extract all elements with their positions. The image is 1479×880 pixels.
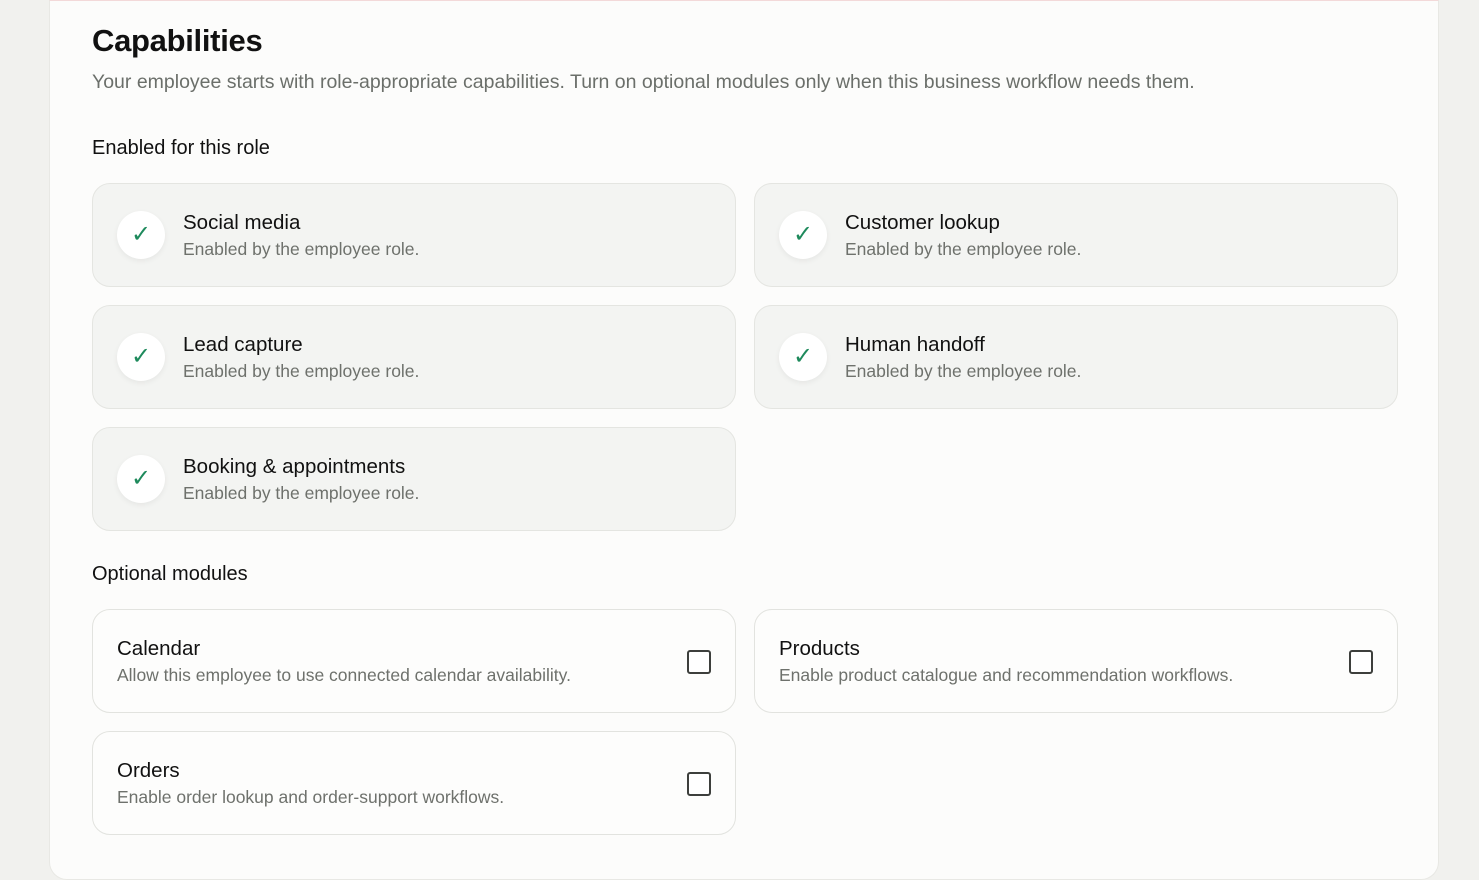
capability-card-social-media: ✓ Social media Enabled by the employee r…	[92, 183, 736, 287]
capability-title: Booking & appointments	[183, 455, 406, 478]
module-title: Orders	[117, 759, 180, 782]
capability-description: Enabled by the employee role.	[183, 239, 420, 259]
capability-title: Lead capture	[183, 333, 303, 356]
check-icon: ✓	[117, 455, 165, 503]
orders-checkbox[interactable]	[687, 772, 711, 796]
module-description: Enable product catalogue and recommendat…	[779, 665, 1234, 685]
module-card-products[interactable]: Products Enable product catalogue and re…	[754, 609, 1398, 713]
capability-card-customer-lookup: ✓ Customer lookup Enabled by the employe…	[754, 183, 1398, 287]
check-icon: ✓	[779, 211, 827, 259]
capability-title: Social media	[183, 211, 301, 234]
products-checkbox[interactable]	[1349, 650, 1373, 674]
module-description: Enable order lookup and order-support wo…	[117, 787, 505, 807]
page-subtitle: Your employee starts with role-appropria…	[92, 71, 1195, 93]
capability-description: Enabled by the employee role.	[845, 361, 1082, 381]
page-title: Capabilities	[92, 23, 263, 58]
check-icon: ✓	[117, 211, 165, 259]
capability-description: Enabled by the employee role.	[183, 361, 420, 381]
capabilities-panel: Capabilities Your employee starts with r…	[49, 0, 1439, 880]
capability-card-booking-appointments: ✓ Booking & appointments Enabled by the …	[92, 427, 736, 531]
capability-card-lead-capture: ✓ Lead capture Enabled by the employee r…	[92, 305, 736, 409]
capability-title: Human handoff	[845, 333, 985, 356]
enabled-section-heading: Enabled for this role	[92, 137, 270, 159]
capability-title: Customer lookup	[845, 211, 1000, 234]
module-card-orders[interactable]: Orders Enable order lookup and order-sup…	[92, 731, 736, 835]
optional-section-heading: Optional modules	[92, 563, 248, 585]
module-title: Products	[779, 637, 860, 660]
module-card-calendar[interactable]: Calendar Allow this employee to use conn…	[92, 609, 736, 713]
check-icon: ✓	[779, 333, 827, 381]
enabled-capabilities-grid: ✓ Social media Enabled by the employee r…	[92, 183, 1398, 531]
capability-card-human-handoff: ✓ Human handoff Enabled by the employee …	[754, 305, 1398, 409]
capability-description: Enabled by the employee role.	[183, 483, 420, 503]
check-icon: ✓	[117, 333, 165, 381]
module-description: Allow this employee to use connected cal…	[117, 665, 571, 685]
optional-modules-grid: Calendar Allow this employee to use conn…	[92, 609, 1398, 835]
capability-description: Enabled by the employee role.	[845, 239, 1082, 259]
calendar-checkbox[interactable]	[687, 650, 711, 674]
module-title: Calendar	[117, 637, 201, 660]
